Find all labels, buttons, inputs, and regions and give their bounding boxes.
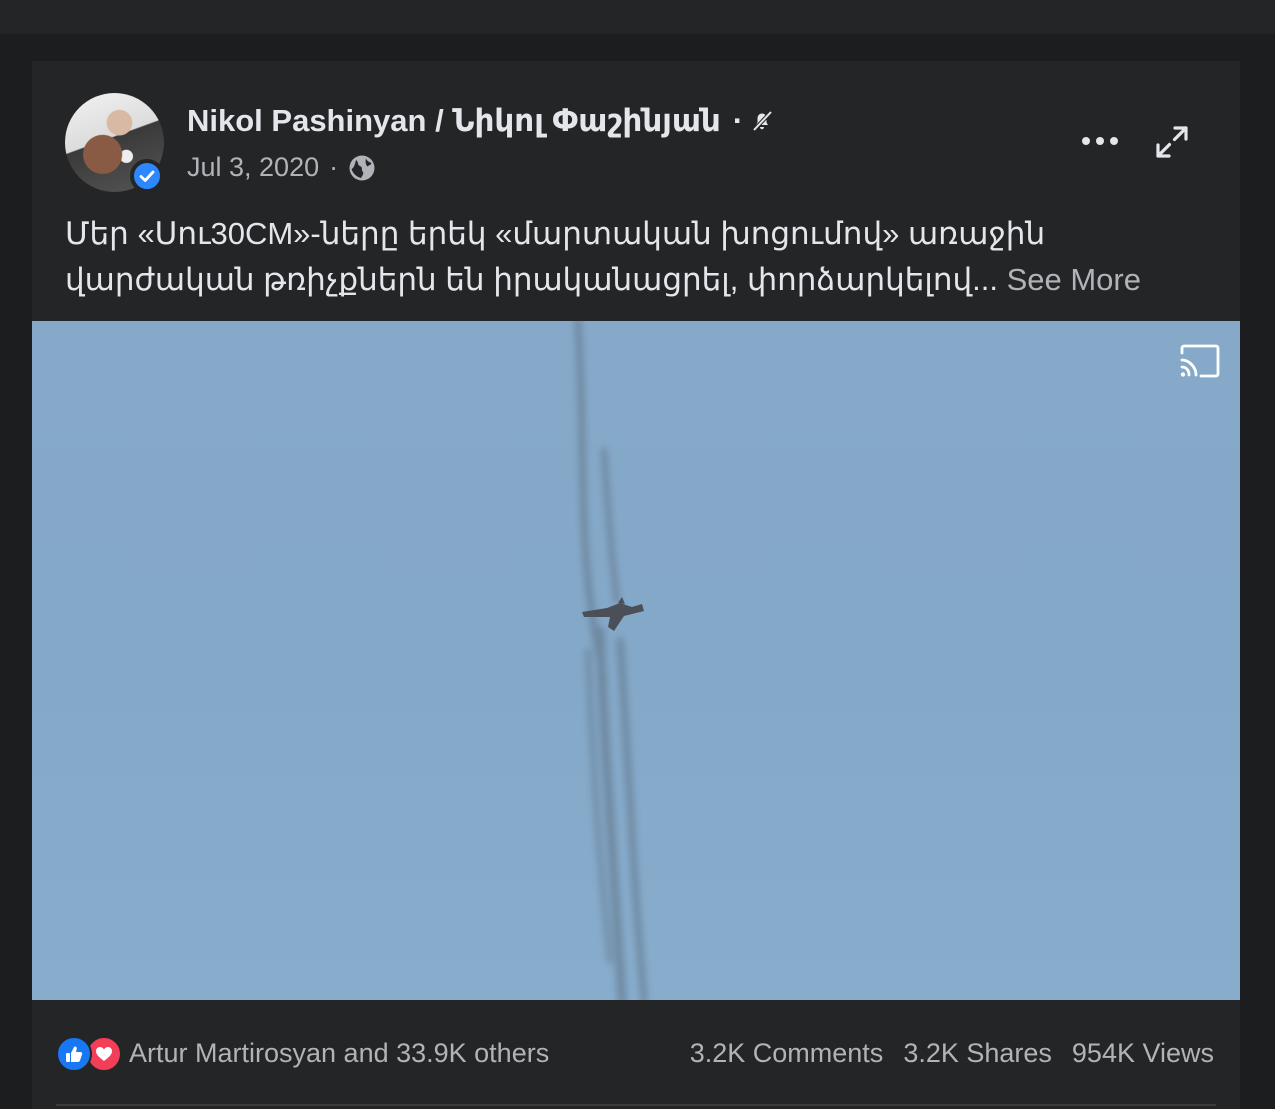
meta-separator: · xyxy=(329,152,339,182)
expand-icon xyxy=(1156,126,1188,158)
see-more-link[interactable]: See More xyxy=(1007,262,1141,297)
more-dot xyxy=(1110,137,1118,145)
cast-button[interactable] xyxy=(1179,344,1221,378)
post-card: Nikol Pashinyan / Նիկոլ Փաշինյան · Jul 3… xyxy=(32,61,1240,1109)
post-footer: Artur Martirosyan and 33.9K others 3.2K … xyxy=(32,1000,1240,1109)
post-meta: Jul 3, 2020 · xyxy=(187,152,376,183)
shares-count[interactable]: 3.2K Shares xyxy=(903,1038,1052,1069)
views-count: 954K Views xyxy=(1071,1038,1214,1068)
bell-off-icon xyxy=(749,108,775,134)
author-separator: · xyxy=(732,103,744,138)
video-frame xyxy=(574,321,648,1000)
comments-count[interactable]: 3.2K Comments xyxy=(690,1038,884,1069)
more-options-button[interactable] xyxy=(1082,129,1118,153)
reaction-icons[interactable] xyxy=(56,1036,122,1072)
cast-icon xyxy=(1180,344,1220,378)
top-bar xyxy=(0,0,1275,34)
post-date[interactable]: Jul 3, 2020 xyxy=(187,152,319,183)
like-reaction-icon xyxy=(56,1036,92,1072)
more-dot xyxy=(1096,137,1104,145)
author-name[interactable]: Nikol Pashinyan / Նիկոլ Փաշինյան xyxy=(187,103,721,139)
post-author: Nikol Pashinyan / Նիկոլ Փաշինյան · xyxy=(187,103,775,139)
reaction-summary[interactable]: Artur Martirosyan and 33.9K others xyxy=(129,1038,549,1069)
globe-icon xyxy=(348,154,376,182)
post-body: Մեր «Սու30CM»-ները երեկ «մարտական խոցում… xyxy=(65,216,1046,297)
post-text: Մեր «Սու30CM»-ները երեկ «մարտական խոցում… xyxy=(65,211,1215,303)
verified-badge-icon xyxy=(130,159,164,193)
post-stats: 3.2K Comments 3.2K Shares 954K Views xyxy=(690,1038,1214,1069)
more-dots-icon xyxy=(1082,137,1090,145)
smoke-trails xyxy=(574,321,648,1000)
expand-button[interactable] xyxy=(1155,125,1189,159)
video-player[interactable] xyxy=(32,321,1240,1000)
footer-divider xyxy=(56,1104,1216,1106)
